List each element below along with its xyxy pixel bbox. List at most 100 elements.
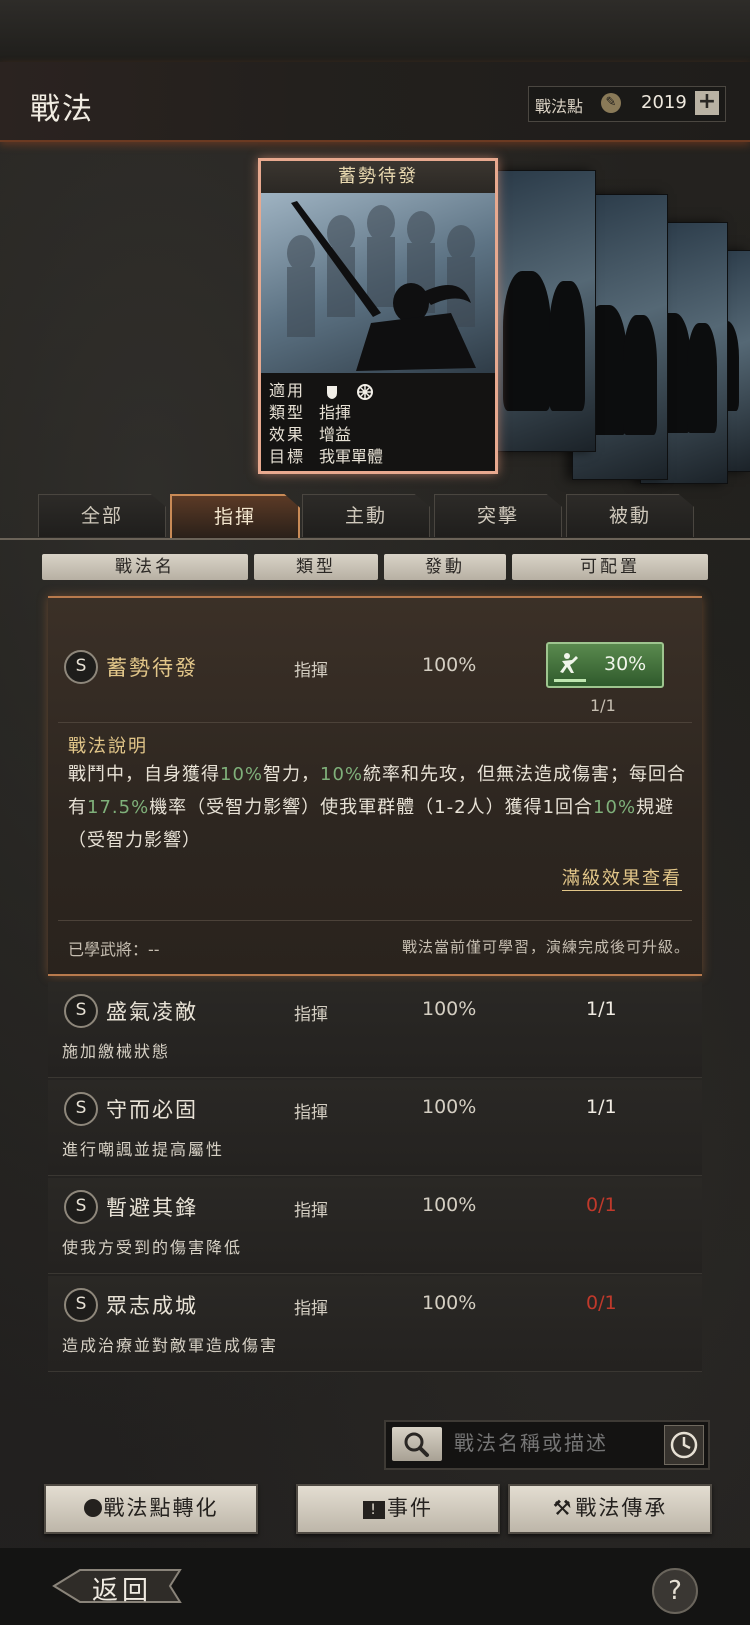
add-points-button[interactable]: +	[695, 91, 719, 115]
inherit-button[interactable]: ⚒戰法傳承	[508, 1484, 712, 1534]
skill-summary: 造成治療並對敵軍造成傷害	[62, 1336, 279, 1355]
search-icon	[404, 1432, 429, 1457]
fighter-icon	[560, 653, 578, 673]
learned-generals: 已學武將：--	[68, 940, 160, 959]
clock-icon	[670, 1431, 698, 1459]
event-label: 事件	[387, 1496, 433, 1520]
page-title: 戰法	[30, 92, 94, 127]
grade-badge: S	[64, 650, 98, 684]
skill-trigger-rate: 100%	[422, 1194, 477, 1216]
history-button[interactable]	[664, 1425, 704, 1465]
skill-type: 指揮	[294, 1103, 328, 1123]
skill-summary: 施加繳械狀態	[62, 1042, 171, 1061]
equip-rate-button[interactable]: 30%	[546, 642, 664, 688]
tactic-points-label: 戰法點	[535, 97, 584, 116]
skill-count: 1/1	[586, 998, 617, 1020]
skill-trigger-rate: 100%	[422, 1292, 477, 1314]
search-input[interactable]	[454, 1431, 644, 1455]
column-header-type[interactable]: 類型	[254, 554, 378, 580]
skill-name: 盛氣凌敵	[106, 1000, 198, 1024]
grade-badge: S	[64, 1288, 98, 1322]
skill-name: 眾志成城	[106, 1294, 198, 1318]
convert-points-button[interactable]: 戰法點轉化	[44, 1484, 258, 1534]
desc-text-part: 機率（受智力影響）使我軍群體（1-2人）獲得1回合	[149, 797, 594, 818]
card-artwork	[261, 193, 495, 373]
tactic-points-box: 戰法點 ✎ 2019 +	[528, 86, 726, 122]
drop-icon	[83, 1499, 102, 1517]
divider	[58, 920, 692, 921]
skill-type: 指揮	[294, 661, 328, 681]
skill-row[interactable]: S 盛氣凌敵 指揮 100% 1/1 施加繳械狀態	[48, 982, 702, 1078]
meta-key: 類型	[269, 403, 306, 422]
wheel-icon	[357, 383, 374, 400]
meta-row-target: 目標 我軍單體	[269, 443, 384, 466]
tab-passive[interactable]: 被動	[566, 494, 694, 537]
back-button[interactable]: 返回	[50, 1564, 190, 1608]
desc-text-part: 戰鬥中，自身獲得	[68, 764, 220, 785]
convert-points-label: 戰法點轉化	[103, 1496, 219, 1520]
skill-row[interactable]: S 守而必固 指揮 100% 1/1 進行嘲諷並提高屬性	[48, 1080, 702, 1176]
desc-highlight: 10%	[220, 764, 264, 785]
skill-trigger-rate: 100%	[422, 654, 477, 676]
tab-active[interactable]: 主動	[302, 494, 430, 537]
divider	[58, 722, 692, 723]
search-button[interactable]	[392, 1427, 442, 1461]
top-decoration	[0, 0, 750, 62]
help-button[interactable]: ?	[652, 1568, 698, 1614]
search-box	[384, 1420, 710, 1470]
description-title: 戰法說明	[68, 736, 148, 757]
skill-type: 指揮	[294, 1201, 328, 1221]
desc-highlight: 10%	[320, 764, 364, 785]
event-button[interactable]: ! 事件	[296, 1484, 500, 1534]
skill-type: 指揮	[294, 1299, 328, 1319]
shield-icon	[327, 385, 338, 399]
column-header-name[interactable]: 戰法名	[42, 554, 248, 580]
grade-badge: S	[64, 994, 98, 1028]
back-label: 返回	[92, 1576, 153, 1606]
skill-name: 守而必固	[106, 1098, 198, 1122]
skill-count: 1/1	[586, 1096, 617, 1118]
equip-rate-value: 30%	[604, 653, 647, 675]
meta-value: 增益	[319, 425, 352, 444]
inherit-label: 戰法傳承	[575, 1496, 668, 1520]
skill-summary: 使我方受到的傷害降低	[62, 1238, 243, 1257]
alert-icon: !	[363, 1501, 385, 1519]
desc-text-part: 智力，	[263, 764, 321, 785]
skill-trigger-rate: 100%	[422, 1096, 477, 1118]
equip-rate-bar	[554, 679, 586, 682]
meta-key: 效果	[269, 425, 306, 444]
selected-skill-card[interactable]: 蓄勢待發 適用 類型 指揮 效果 增益 目標 我軍單體	[258, 158, 498, 474]
tab-all[interactable]: 全部	[38, 494, 166, 537]
card-carousel[interactable]: 蓄勢待發 適用 類型 指揮 效果 增益 目標 我軍單體	[0, 150, 750, 484]
skill-row[interactable]: S 暫避其鋒 指揮 100% 0/1 使我方受到的傷害降低	[48, 1178, 702, 1274]
grade-badge: S	[64, 1092, 98, 1126]
bottom-bar: 返回 ?	[0, 1548, 750, 1625]
skill-trigger-rate: 100%	[422, 998, 477, 1020]
description-text: 戰鬥中，自身獲得10%智力，10%統率和先攻，但無法造成傷害；每回合有17.5%…	[68, 758, 688, 857]
card-back-1[interactable]	[494, 170, 596, 452]
column-header-trigger[interactable]: 發動	[384, 554, 506, 580]
tab-assault[interactable]: 突擊	[434, 494, 562, 537]
meta-row-effect: 效果 增益	[269, 421, 352, 444]
skill-name: 蓄勢待發	[106, 656, 198, 680]
desc-highlight: 10%	[593, 797, 637, 818]
skill-count: 1/1	[590, 696, 616, 715]
skill-type: 指揮	[294, 1005, 328, 1025]
meta-value: 指揮	[319, 403, 352, 422]
tab-command[interactable]: 指揮	[170, 494, 300, 540]
expanded-skill-row[interactable]: S 蓄勢待發 指揮 100% 30% 1/1 戰法說明 戰鬥中，自身獲得10%智…	[48, 596, 702, 976]
meta-key: 適用	[269, 381, 306, 400]
meta-key: 目標	[269, 447, 306, 466]
tactic-points-value: 2019	[641, 92, 687, 113]
hammer-icon: ⚒	[552, 1496, 574, 1520]
meta-row-type: 類型 指揮	[269, 399, 352, 422]
skill-row[interactable]: S 眾志成城 指揮 100% 0/1 造成治療並對敵軍造成傷害	[48, 1276, 702, 1372]
skill-count: 0/1	[586, 1292, 617, 1314]
quill-icon: ✎	[601, 93, 621, 113]
max-level-effect-link[interactable]: 滿級效果查看	[562, 864, 682, 891]
grade-badge: S	[64, 1190, 98, 1224]
meta-value: 我軍單體	[319, 447, 384, 466]
card-meta: 適用 類型 指揮 效果 增益 目標 我軍單體	[261, 373, 495, 471]
column-header-equippable[interactable]: 可配置	[512, 554, 708, 580]
header-bar: 戰法 戰法點 ✎ 2019 +	[0, 62, 750, 142]
